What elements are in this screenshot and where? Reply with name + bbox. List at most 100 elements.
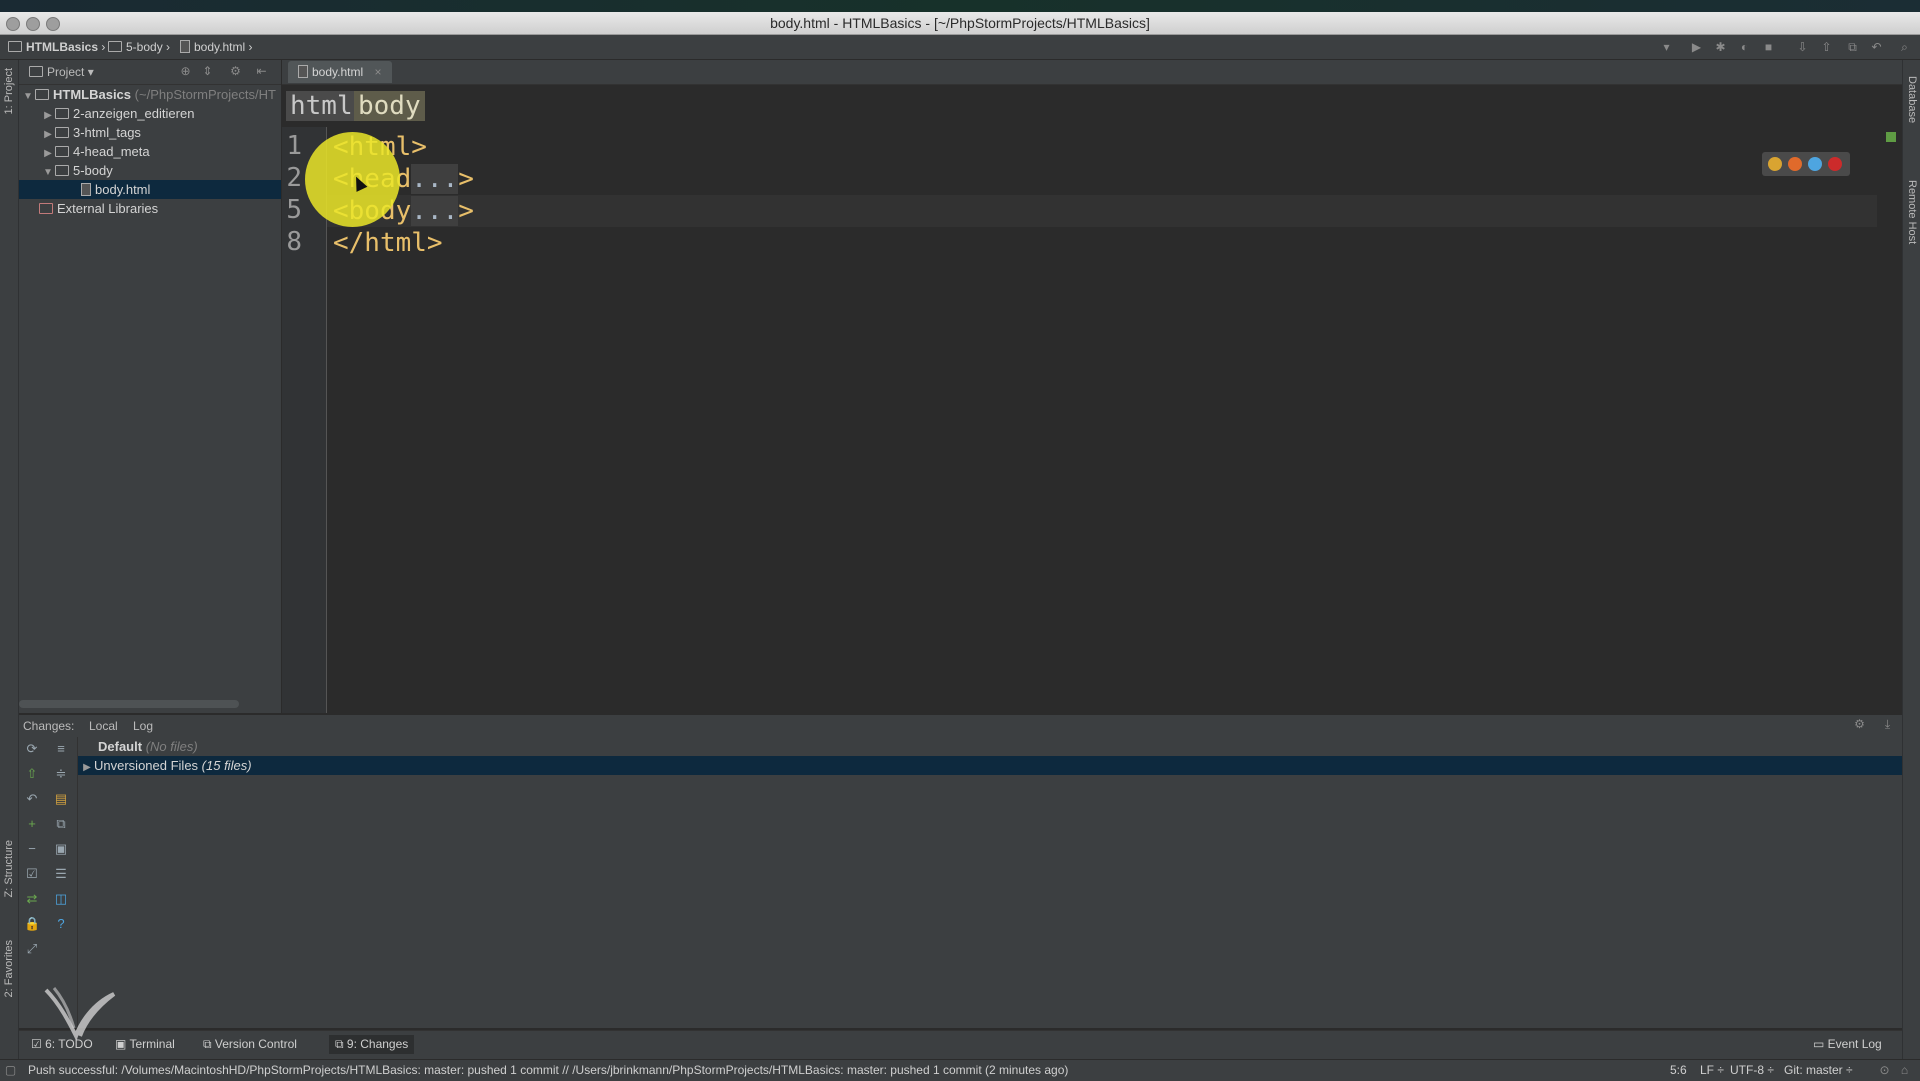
file-encoding[interactable]: UTF-8 ÷ [1730,1063,1774,1077]
line-number: 5 [286,195,302,225]
version-control-tool-button[interactable]: ⧉ Version Control [203,1037,297,1052]
line-separator[interactable]: LF ÷ [1700,1063,1724,1077]
changes-tool-button[interactable]: ⧉ 9: Changes [329,1035,415,1054]
search-icon[interactable]: ⌕ [1898,41,1911,54]
line-number: 2 [286,163,302,193]
folder-icon [108,41,122,52]
right-tool-strip: Database Remote Host [1902,60,1920,1060]
locate-icon[interactable]: ⊕ [179,65,192,78]
refresh-icon[interactable]: ⟳ [24,741,40,757]
status-message[interactable]: Push successful: /Volumes/MacintoshHD/Ph… [28,1063,1068,1077]
project-horizontal-scrollbar[interactable] [19,700,239,708]
project-view-selector[interactable]: Project ▾ [29,65,94,79]
vcs-commit-icon[interactable]: ⇧ [1820,41,1833,54]
coverage-icon[interactable]: ◐ [1738,41,1751,54]
tree-item-folder[interactable]: ▼ 5-body [19,161,281,180]
set-active-icon[interactable]: ☑ [24,866,40,882]
html-file-icon [298,65,308,78]
hide-panel-icon[interactable]: ⇤ [255,65,268,78]
database-tool-button[interactable]: Database [1906,76,1918,123]
library-icon [39,203,53,214]
vcs-update-icon[interactable]: ⇩ [1796,41,1809,54]
gear-icon[interactable]: ⚙ [1853,718,1866,731]
stop-icon[interactable]: ■ [1762,41,1775,54]
left-tool-strip: 1: Project Z: Structure 2: Favorites [0,60,19,1060]
tree-item-external-libraries[interactable]: External Libraries [19,199,281,218]
tab-body-html[interactable]: body.html × [288,61,392,83]
show-diff-icon[interactable]: ◫ [53,891,69,907]
remote-host-tool-button[interactable]: Remote Host [1906,180,1918,244]
favorites-tool-button[interactable]: 2: Favorites [3,940,15,997]
tree-item-folder[interactable]: ▶ 4-head_meta [19,142,281,161]
changelist-default[interactable]: Default (No files) [78,737,1902,756]
lock-icon[interactable]: 🔒 [24,916,40,932]
collapse-all-icon[interactable]: ≑ [53,766,69,782]
breadcrumb-body[interactable]: body [354,91,425,121]
tree-item-folder[interactable]: ▶ 3-html_tags [19,123,281,142]
safari-icon[interactable] [1808,157,1822,171]
tab-log[interactable]: Log [133,719,153,733]
memory-icon[interactable]: ⌂ [1898,1064,1911,1077]
folded-region[interactable]: ... [411,164,459,194]
tree-item-root[interactable]: ▼ HTMLBasics (~/PhpStormProjects/HT [19,85,281,104]
line-number: 1 [286,131,302,161]
rollback-icon[interactable]: ↶ [24,791,40,807]
window-title: body.html - HTMLBasics - [~/PhpStormProj… [770,15,1150,31]
line-number: 8 [286,227,302,257]
project-icon [29,66,43,77]
changelist-unversioned[interactable]: ▶ Unversioned Files (15 files) [78,756,1902,775]
folder-icon [35,89,49,100]
project-tool-button[interactable]: 1: Project [3,68,15,114]
vcs-compare-icon[interactable]: ⧉ [1846,41,1859,54]
nav-crumb-project[interactable]: HTMLBasics › [8,40,105,54]
opera-icon[interactable] [1828,157,1842,171]
collapse-icon[interactable]: ⇕ [201,65,214,78]
move-to-changelist-icon[interactable]: ⇄ [24,891,40,907]
help-icon[interactable]: ? [53,916,69,932]
navigation-bar: HTMLBasics › 5-body › body.html › ▾ ▶ ✱ … [0,35,1920,60]
terminal-tool-button[interactable]: ▣ Terminal [115,1037,175,1051]
git-branch[interactable]: Git: master ÷ [1784,1063,1853,1077]
tree-item-file[interactable]: body.html [19,180,281,199]
nav-crumb-file[interactable]: body.html › [180,40,252,54]
pin-icon[interactable]: ⤢ [24,941,40,957]
code-editor[interactable]: <html> <head...> <body...> </html> [327,127,1877,713]
tool-windows-toggle-icon[interactable]: ▢ [4,1064,17,1077]
no-errors-indicator[interactable] [1886,132,1896,142]
firefox-icon[interactable] [1788,157,1802,171]
copy-icon[interactable]: ⧉ [53,816,69,832]
collapsed-arrow-icon[interactable]: ▶ [80,758,94,777]
event-log-tool-button[interactable]: ▭ Event Log [1813,1037,1882,1051]
chrome-icon[interactable] [1768,157,1782,171]
caret-position[interactable]: 5:6 [1670,1063,1687,1077]
editor-vertical-scrollbar[interactable] [1878,127,1902,713]
remove-changelist-icon[interactable]: − [24,841,40,857]
run-icon[interactable]: ▶ [1690,41,1703,54]
new-changelist-icon[interactable]: + [24,816,40,832]
preview-icon[interactable]: ▣ [53,841,69,857]
gear-icon[interactable]: ⚙ [229,65,242,78]
watermark-logo [44,987,116,1040]
tab-local[interactable]: Local [89,719,118,733]
close-tab-icon[interactable]: × [374,65,381,79]
nav-crumb-folder[interactable]: 5-body › [108,40,170,54]
lock-icon[interactable]: ⊙ [1878,1064,1891,1077]
folder-icon [55,108,69,119]
group-by-icon[interactable]: ☰ [53,866,69,882]
folded-region[interactable]: ... [411,196,459,226]
code-line[interactable]: </html> [333,227,443,259]
revert-icon[interactable]: ↶ [1870,41,1883,54]
run-config-dropdown-icon[interactable]: ▾ [1660,41,1673,54]
shelve-icon[interactable]: ▤ [53,791,69,807]
caret-line-highlight [327,195,1877,227]
debug-icon[interactable]: ✱ [1714,41,1727,54]
commit-icon[interactable]: ⇧ [24,766,40,782]
structure-tool-button[interactable]: Z: Structure [3,840,15,897]
html-file-icon [180,40,190,53]
project-tree: ▼ HTMLBasics (~/PhpStormProjects/HT ▶ 2-an… [19,85,281,713]
expand-all-icon[interactable]: ≡ [53,741,69,757]
hide-panel-icon[interactable]: ⤓ [1881,718,1894,731]
breadcrumb-html[interactable]: html [286,91,357,121]
tree-item-folder[interactable]: ▶ 2-anzeigen_editieren [19,104,281,123]
changes-list: Default (No files) ▶ Unversioned Files (1… [78,737,1902,1028]
